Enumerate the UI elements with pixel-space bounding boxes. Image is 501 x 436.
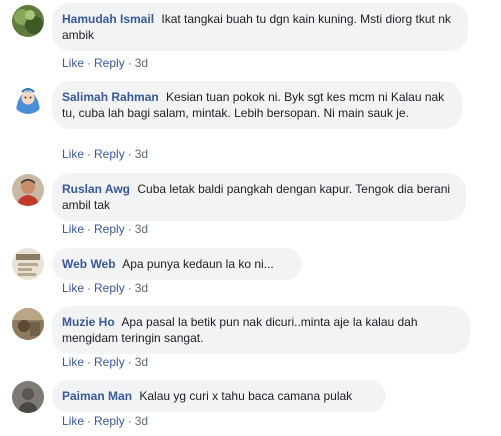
comment-bubble: Web Web Apa punya kedaun la ko ni... (52, 248, 302, 280)
comment-author[interactable]: Paiman Man (62, 389, 132, 403)
comment-bubble: Hamudah Ismail Ikat tangkai buah tu dgn … (52, 3, 468, 51)
comment-author[interactable]: Hamudah Ismail (62, 12, 154, 26)
cartoon-hijab-avatar-icon[interactable] (12, 82, 44, 114)
comment-author[interactable]: Muzie Ho (62, 315, 115, 329)
comment-actions: Like · Reply · 3d (62, 56, 148, 70)
separator: · (127, 147, 132, 161)
separator: · (87, 222, 92, 236)
like-button[interactable]: Like (62, 147, 84, 161)
comment-timestamp[interactable]: 3d (135, 355, 148, 369)
separator: · (87, 56, 92, 70)
plant-photo-avatar-icon[interactable] (12, 5, 44, 37)
comment-bubble: Paiman Man Kalau yg curi x tahu baca cam… (52, 380, 386, 412)
comment-text: Apa pasal la betik pun nak dicuri..minta… (62, 315, 418, 345)
comment-bubble: Ruslan Awg Cuba letak baldi pangkah deng… (52, 173, 466, 221)
reply-button[interactable]: Reply (94, 355, 125, 369)
grey-photo-avatar-icon[interactable] (12, 381, 44, 413)
comment-actions: Like · Reply · 3d (62, 414, 148, 428)
comment-actions: Like · Reply · 3d (62, 281, 148, 295)
comment-bubble: Salimah Rahman Kesian tuan pokok ni. Byk… (52, 81, 462, 129)
reply-button[interactable]: Reply (94, 56, 125, 70)
comment-timestamp[interactable]: 3d (135, 56, 148, 70)
comment-timestamp[interactable]: 3d (135, 281, 148, 295)
comment-author[interactable]: Ruslan Awg (62, 182, 130, 196)
separator: · (127, 355, 132, 369)
like-button[interactable]: Like (62, 222, 84, 236)
comment-bubble: Muzie Ho Apa pasal la betik pun nak dicu… (52, 306, 470, 354)
like-button[interactable]: Like (62, 414, 84, 428)
reply-button[interactable]: Reply (94, 147, 125, 161)
comment-actions: Like · Reply · 3d (62, 355, 148, 369)
comment-list: Hamudah Ismail Ikat tangkai buah tu dgn … (0, 0, 501, 436)
outdoor-photo-avatar-icon[interactable] (12, 308, 44, 340)
comment-timestamp[interactable]: 3d (135, 222, 148, 236)
reply-button[interactable]: Reply (94, 281, 125, 295)
comment-actions: Like · Reply · 3d (62, 147, 148, 161)
separator: · (87, 414, 92, 428)
separator: · (127, 281, 132, 295)
like-button[interactable]: Like (62, 355, 84, 369)
reply-button[interactable]: Reply (94, 222, 125, 236)
separator: · (127, 414, 132, 428)
like-button[interactable]: Like (62, 281, 84, 295)
separator: · (87, 355, 92, 369)
poster-avatar-icon[interactable] (12, 248, 44, 280)
comment-timestamp[interactable]: 3d (135, 414, 148, 428)
comment-author[interactable]: Web Web (62, 257, 116, 271)
separator: · (127, 56, 132, 70)
comment-text: Apa punya kedaun la ko ni... (122, 257, 274, 271)
comment-timestamp[interactable]: 3d (135, 147, 148, 161)
person-photo-avatar-icon[interactable] (12, 174, 44, 206)
reply-button[interactable]: Reply (94, 414, 125, 428)
separator: · (87, 147, 92, 161)
separator: · (127, 222, 132, 236)
like-button[interactable]: Like (62, 56, 84, 70)
separator: · (87, 281, 92, 295)
comment-text: Kalau yg curi x tahu baca camana pulak (139, 389, 353, 403)
comment-actions: Like · Reply · 3d (62, 222, 148, 236)
comment-author[interactable]: Salimah Rahman (62, 90, 159, 104)
